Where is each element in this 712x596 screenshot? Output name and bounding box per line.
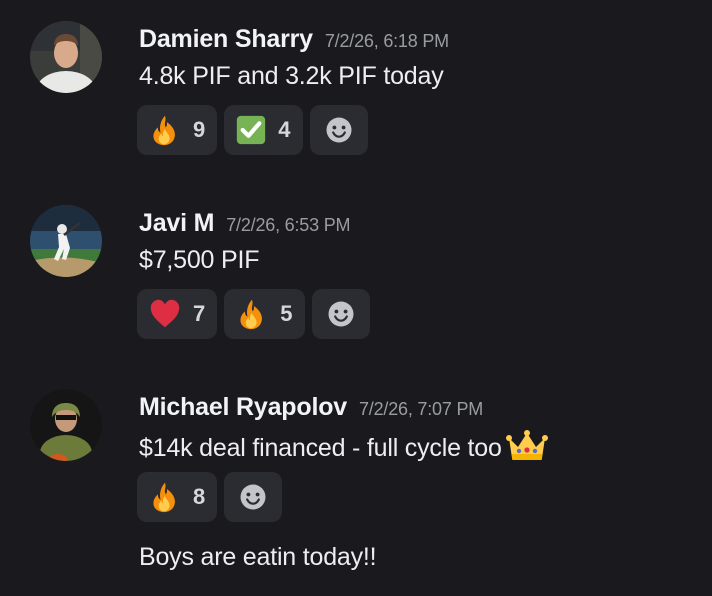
crown-icon <box>505 430 548 469</box>
reaction-count: 7 <box>193 301 206 326</box>
smiley-add-reaction-icon <box>238 482 268 512</box>
reaction-check[interactable]: 4 <box>224 105 303 155</box>
reactions-bar: 8 <box>137 472 283 522</box>
reaction-fire[interactable]: 8 <box>137 472 218 522</box>
fire-icon <box>149 481 181 513</box>
avatar[interactable] <box>30 389 102 461</box>
smiley-add-reaction-icon <box>326 299 356 329</box>
reaction-count: 4 <box>278 117 291 142</box>
smiley-add-reaction-icon <box>324 115 354 145</box>
reaction-count: 8 <box>193 484 206 509</box>
message-text: $7,500 PIF <box>139 246 260 274</box>
reaction-count: 9 <box>193 117 206 142</box>
message-text: $14k deal financed - full cycle too <box>139 430 548 469</box>
reaction-fire[interactable]: 9 <box>137 105 218 155</box>
fire-icon <box>236 298 268 330</box>
reaction-fire[interactable]: 5 <box>224 289 305 339</box>
timestamp: 7/2/26, 7:07 PM <box>358 399 484 419</box>
reaction-heart[interactable]: 7 <box>137 289 218 339</box>
followup-message-text: Boys are eatin today!! <box>139 543 377 571</box>
check-mark-icon <box>236 115 266 145</box>
add-reaction-button[interactable] <box>309 105 368 155</box>
message-text: 4.8k PIF and 3.2k PIF today <box>139 62 444 90</box>
timestamp: 7/2/26, 6:53 PM <box>226 215 351 235</box>
message-text-body: $14k deal financed - full cycle too <box>139 434 502 462</box>
add-reaction-button[interactable] <box>224 472 283 522</box>
add-reaction-button[interactable] <box>311 289 370 339</box>
reaction-count: 5 <box>280 301 293 326</box>
fire-icon <box>149 114 181 146</box>
author-name[interactable]: Javi M <box>139 209 214 237</box>
reactions-bar: 9 4 <box>137 105 368 155</box>
red-heart-icon <box>149 298 181 330</box>
author-name[interactable]: Michael Ryapolov <box>139 393 347 421</box>
author-name[interactable]: Damien Sharry <box>139 25 313 53</box>
avatar[interactable] <box>30 205 102 277</box>
reactions-bar: 7 5 <box>137 289 370 339</box>
timestamp: 7/2/26, 6:18 PM <box>324 31 449 51</box>
avatar[interactable] <box>30 21 102 93</box>
